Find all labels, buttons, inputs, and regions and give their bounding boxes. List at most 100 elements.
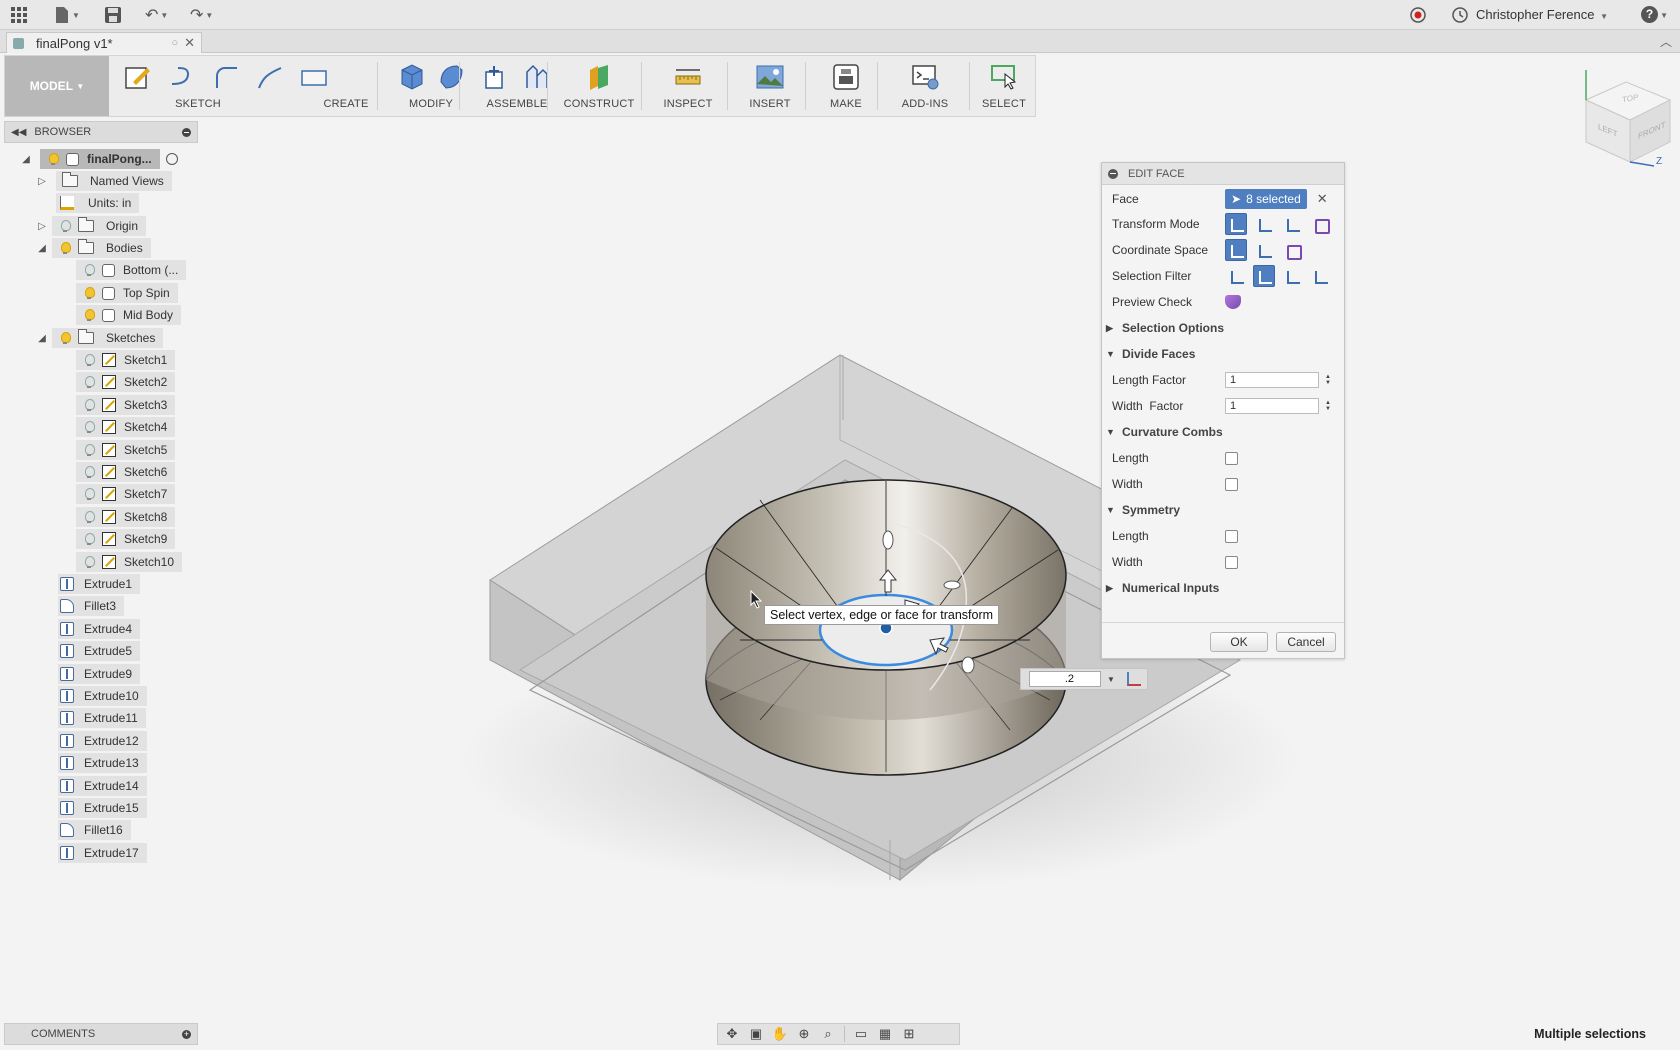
width-factor-input[interactable] [1225, 398, 1319, 414]
visibility-bulb-icon[interactable] [58, 241, 72, 255]
multi-transform-icon[interactable] [1225, 213, 1247, 235]
create-sketch-icon[interactable] [123, 62, 153, 92]
length-factor-stepper[interactable]: ▲ ▼ [1325, 374, 1331, 386]
curvature-combs-section[interactable]: ▼ Curvature Combs [1106, 421, 1223, 443]
select-tool-icon[interactable] [989, 62, 1019, 92]
undo-icon[interactable]: ↶ ▼ [145, 5, 168, 25]
tree-units[interactable]: Units: in [56, 193, 140, 213]
tree-sketch-item[interactable]: Sketch5 [76, 440, 176, 460]
tree-sketch-item[interactable]: Sketch3 [76, 395, 176, 415]
3d-print-icon[interactable] [831, 62, 861, 92]
curvature-length-checkbox[interactable] [1225, 451, 1238, 465]
vertex-filter-icon[interactable] [1225, 265, 1247, 287]
selection-options-section[interactable]: ▶ Selection Options [1106, 317, 1224, 339]
visibility-bulb-icon[interactable] [46, 152, 60, 166]
tree-bodies[interactable]: ◢ Bodies [36, 238, 151, 258]
sketch-spline-icon[interactable] [255, 62, 285, 92]
visibility-bulb-icon[interactable] [82, 532, 96, 546]
scripts-add-ins-icon[interactable] [910, 62, 940, 92]
job-status-clock-icon[interactable] [1452, 5, 1468, 25]
width-factor-stepper[interactable]: ▲ ▼ [1325, 400, 1331, 412]
visibility-bulb-icon[interactable] [82, 510, 96, 524]
tree-sketch-item[interactable]: Sketch9 [76, 529, 176, 549]
edit-face-header[interactable]: EDIT FACE [1102, 163, 1344, 185]
tree-sketch-item[interactable]: Sketch1 [76, 350, 176, 370]
transform-value-input[interactable] [1029, 671, 1101, 687]
ribbon-group-insert[interactable]: INSERT [733, 56, 807, 116]
visibility-bulb-icon[interactable] [82, 286, 96, 300]
file-menu-icon[interactable]: ▼ [54, 5, 80, 25]
visibility-bulb-icon[interactable] [58, 219, 72, 233]
activate-radio-icon[interactable] [165, 153, 178, 165]
help-button[interactable]: ? ▼ [1641, 5, 1668, 23]
tree-sketches[interactable]: ◢ Sketches [36, 328, 164, 348]
app-grid-icon[interactable] [10, 5, 28, 25]
tree-feature-item[interactable]: Extrude14 [58, 776, 147, 796]
face-filter-icon[interactable] [1281, 265, 1303, 287]
visibility-bulb-icon[interactable] [82, 465, 96, 479]
new-component-icon[interactable] [482, 62, 512, 92]
sketch-arc-icon[interactable] [211, 62, 241, 92]
3d-viewport[interactable] [200, 120, 1680, 1020]
zoom-window-icon[interactable]: ⌕ [820, 1026, 836, 1041]
ribbon-group-sketch[interactable]: SKETCH [117, 56, 327, 116]
comments-panel-header[interactable]: COMMENTS + [4, 1023, 198, 1045]
visibility-bulb-icon[interactable] [82, 375, 96, 389]
length-factor-input[interactable] [1225, 372, 1319, 388]
sketch-line-icon[interactable] [167, 62, 197, 92]
user-menu[interactable]: Christopher Ference ▼ [1476, 7, 1608, 22]
move-axes-icon[interactable] [1126, 672, 1141, 686]
insert-image-icon[interactable] [755, 62, 785, 92]
tree-feature-item[interactable]: Extrude17 [58, 843, 147, 863]
tree-feature-item[interactable]: Extrude10 [58, 686, 147, 706]
tree-feature-item[interactable]: Extrude11 [58, 708, 146, 728]
tree-body-item[interactable]: Bottom (... [76, 260, 187, 280]
numerical-inputs-section[interactable]: ▶ Numerical Inputs [1106, 577, 1219, 599]
collapse-triangle-icon[interactable]: ◢ [36, 332, 48, 344]
symmetry-length-checkbox[interactable] [1225, 529, 1238, 543]
grid-settings-icon[interactable]: ▦ [877, 1026, 893, 1041]
tree-feature-item[interactable]: Fillet3 [58, 596, 125, 616]
ok-button[interactable]: OK [1210, 632, 1268, 652]
symmetry-section[interactable]: ▼ Symmetry [1106, 499, 1180, 521]
tree-origin[interactable]: ▷ Origin [36, 216, 147, 236]
tree-feature-item[interactable]: Extrude5 [58, 641, 141, 661]
expand-triangle-icon[interactable]: ▷ [36, 175, 48, 187]
divide-faces-section[interactable]: ▼ Divide Faces [1106, 343, 1195, 365]
tree-sketch-item[interactable]: Sketch4 [76, 417, 176, 437]
zoom-icon[interactable]: ⊕ [796, 1026, 812, 1041]
tree-feature-item[interactable]: Extrude1 [58, 574, 141, 594]
visibility-bulb-icon[interactable] [82, 263, 96, 277]
visibility-bulb-icon[interactable] [82, 398, 96, 412]
add-comment-icon[interactable]: + [182, 1029, 191, 1039]
visibility-bulb-icon[interactable] [82, 555, 96, 569]
ribbon-group-inspect[interactable]: INSPECT [647, 56, 729, 116]
display-settings-icon[interactable]: ▭ [853, 1026, 869, 1041]
chevron-down-icon[interactable]: ▼ [1107, 675, 1115, 684]
document-tab[interactable]: finalPong v1* ○ ✕ [6, 32, 202, 53]
preview-check-icon[interactable] [1225, 295, 1241, 309]
visibility-bulb-icon[interactable] [82, 353, 96, 367]
world-space-icon[interactable] [1225, 239, 1247, 261]
ribbon-group-add-ins[interactable]: ADD-INS [883, 56, 967, 116]
expand-triangle-icon[interactable]: ▷ [36, 220, 48, 232]
rotate-icon[interactable] [1281, 213, 1303, 235]
tree-named-views[interactable]: ▷ Named Views [36, 171, 172, 191]
cancel-button[interactable]: Cancel [1276, 632, 1336, 652]
quadball-icon[interactable] [436, 62, 466, 92]
ribbon-group-make[interactable]: MAKE [811, 56, 881, 116]
clear-selection-icon[interactable]: ✕ [1317, 191, 1328, 207]
visibility-bulb-icon[interactable] [82, 308, 96, 322]
tree-feature-item[interactable]: Extrude13 [58, 753, 147, 773]
workspace-mode-button[interactable]: MODEL ▼ [5, 56, 109, 116]
redo-icon[interactable]: ↷ ▼ [190, 5, 213, 25]
view-space-icon[interactable] [1253, 239, 1275, 261]
visibility-bulb-icon[interactable] [82, 443, 96, 457]
ribbon-group-construct[interactable]: CONSTRUCT [553, 56, 645, 116]
local-space-icon[interactable] [1281, 239, 1303, 261]
tree-body-item[interactable]: Mid Body [76, 305, 182, 325]
browser-panel-header[interactable]: ◀◀ BROWSER [4, 121, 198, 143]
pan-hand-icon[interactable]: ✋ [772, 1026, 788, 1041]
close-tab-icon[interactable]: ✕ [184, 35, 195, 51]
symmetry-width-checkbox[interactable] [1225, 555, 1238, 569]
